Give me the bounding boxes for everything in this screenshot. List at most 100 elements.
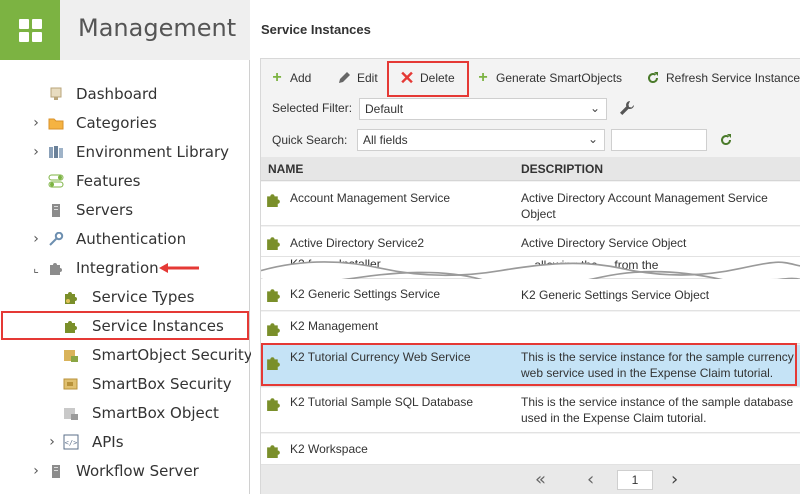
chevron-right-icon[interactable]: › [30, 231, 42, 247]
sidebar-item-label: Categories [76, 114, 157, 132]
puzzle-icon [267, 445, 280, 458]
next-page-icon[interactable]: › [671, 469, 678, 490]
sidebar-item-environment-library[interactable]: › Environment Library [0, 139, 250, 165]
svg-text:</>: </> [65, 439, 78, 447]
app-menu-icon[interactable] [0, 0, 60, 60]
sidebar-item-smartobject-security[interactable]: SmartObject Security [0, 342, 253, 368]
pager: « ‹ 1 › [261, 465, 800, 494]
selected-row-highlight [261, 343, 797, 386]
service-instances-panel: + Add Edit ✕ Delete + Generate SmartObje… [260, 58, 800, 494]
sidebar-item-label: Workflow Server [76, 462, 199, 480]
smartbox-lock-icon [63, 376, 79, 392]
server-icon [48, 463, 64, 479]
sidebar-item-label: Features [76, 172, 141, 190]
add-button-label: Add [290, 71, 312, 85]
sidebar-item-label: APIs [92, 433, 124, 451]
api-icon: </> [63, 434, 79, 450]
sidebar-item-integration[interactable]: ⌞ Integration [0, 255, 250, 281]
page-title: Service Instances [261, 22, 371, 37]
chevron-right-icon[interactable]: › [30, 144, 42, 160]
quick-search-input[interactable] [611, 129, 707, 151]
plus-icon: + [272, 69, 282, 86]
sidebar-item-service-types[interactable]: Service Types [0, 284, 250, 310]
add-button[interactable]: + Add [269, 68, 311, 88]
puzzle-icon [267, 398, 280, 411]
chevron-right-icon[interactable]: › [46, 434, 58, 450]
selected-filter-value: Default [365, 102, 404, 116]
sidebar-item-label: SmartObject Security [92, 346, 253, 364]
edit-button[interactable]: Edit [336, 68, 378, 88]
annotation-arrow-icon [159, 263, 199, 273]
folder-icon [48, 115, 64, 131]
wrench-icon[interactable] [619, 100, 635, 120]
row-name: Account Management Service [290, 191, 451, 205]
puzzle-icon [267, 289, 280, 302]
selection-highlight [1, 311, 249, 340]
generate-smartobjects-button[interactable]: + Generate SmartObjects [475, 68, 622, 88]
quick-search-label: Quick Search: [272, 133, 348, 147]
sidebar-item-label: Service Types [92, 288, 195, 306]
main-content: Service Instances + Add Edit ✕ Delete + … [251, 0, 800, 494]
chevron-right-icon[interactable]: › [30, 463, 42, 479]
sidebar-item-label: SmartBox Object [92, 404, 219, 422]
chevron-down-icon[interactable]: ⌞ [30, 261, 42, 275]
app-title: Management [78, 14, 237, 42]
column-header-description[interactable]: DESCRIPTION [521, 162, 603, 176]
puzzle-gear-icon [63, 289, 79, 305]
chevron-right-icon[interactable]: › [30, 115, 42, 131]
sidebar-item-authentication[interactable]: › Authentication [0, 226, 250, 252]
sidebar-item-apis[interactable]: › </> APIs [0, 429, 250, 455]
row-name: K2 Management [290, 319, 379, 333]
table-row[interactable]: K2 Tutorial Sample SQL Database This is … [261, 388, 800, 433]
selected-filter-dropdown[interactable]: Default ⌄ [359, 98, 607, 120]
column-header-name[interactable]: NAME [268, 162, 303, 176]
pencil-icon [336, 70, 352, 86]
refresh-icon[interactable] [719, 132, 733, 151]
dashboard-icon [48, 86, 64, 102]
row-name: Active Directory Service2 [290, 236, 425, 250]
quick-search-scope-value: All fields [363, 133, 408, 147]
sidebar-item-features[interactable]: Features [0, 168, 250, 194]
puzzle-icon [48, 260, 64, 276]
sidebar-item-label: Authentication [76, 230, 187, 248]
toolbar: + Add Edit ✕ Delete + Generate SmartObje… [261, 59, 800, 95]
refresh-icon [645, 70, 661, 86]
puzzle-icon [267, 323, 280, 336]
smartbox-icon [63, 405, 79, 421]
row-name: K2 Workspace [290, 442, 368, 456]
sidebar-item-dashboard[interactable]: Dashboard [0, 81, 250, 107]
previous-page-icon[interactable]: ‹ [587, 469, 594, 490]
key-icon [48, 231, 64, 247]
table-header: NAME DESCRIPTION [261, 157, 800, 181]
first-page-icon[interactable]: « [535, 469, 546, 490]
sidebar-item-categories[interactable]: › Categories [0, 110, 250, 136]
quick-search-scope-dropdown[interactable]: All fields ⌄ [357, 129, 605, 151]
sidebar-item-label: Servers [76, 201, 134, 219]
sidebar-item-label: Integration [76, 259, 159, 277]
toggle-icon [48, 173, 64, 189]
page-number-input[interactable]: 1 [617, 470, 653, 490]
library-icon [48, 144, 64, 160]
row-description: This is the service instance of the samp… [521, 395, 794, 425]
row-description: Active Directory Service Object [521, 236, 687, 250]
table-row[interactable]: K2 Generic Settings Service K2 Generic S… [261, 279, 800, 311]
chevron-down-icon: ⌄ [587, 132, 598, 146]
table-row[interactable]: Account Management Service Active Direct… [261, 182, 800, 226]
table-row[interactable]: K2 Workspace [261, 434, 800, 465]
row-name: K2 Tutorial Sample SQL Database [290, 395, 473, 409]
table-row[interactable]: K2 Management [261, 312, 800, 344]
sidebar-item-workflow-server[interactable]: › Workflow Server [0, 458, 250, 484]
sidebar-item-label: Dashboard [76, 85, 158, 103]
sidebar-item-smartbox-security[interactable]: SmartBox Security [0, 371, 250, 397]
sidebar-item-smartbox-object[interactable]: SmartBox Object [0, 400, 250, 426]
refresh-service-instance-label: Refresh Service Instance [666, 71, 800, 85]
row-name: K2 Generic Settings Service [290, 287, 441, 301]
sidebar-item-label: Environment Library [76, 143, 229, 161]
sidebar-item-servers[interactable]: Servers [0, 197, 250, 223]
table-row[interactable]: Active Directory Service2 Active Directo… [261, 227, 800, 257]
sidebar-item-label: SmartBox Security [92, 375, 232, 393]
puzzle-icon [267, 237, 280, 250]
puzzle-icon [267, 194, 280, 207]
selected-filter-label: Selected Filter: [272, 101, 353, 115]
refresh-service-instance-button[interactable]: Refresh Service Instance [645, 68, 800, 88]
